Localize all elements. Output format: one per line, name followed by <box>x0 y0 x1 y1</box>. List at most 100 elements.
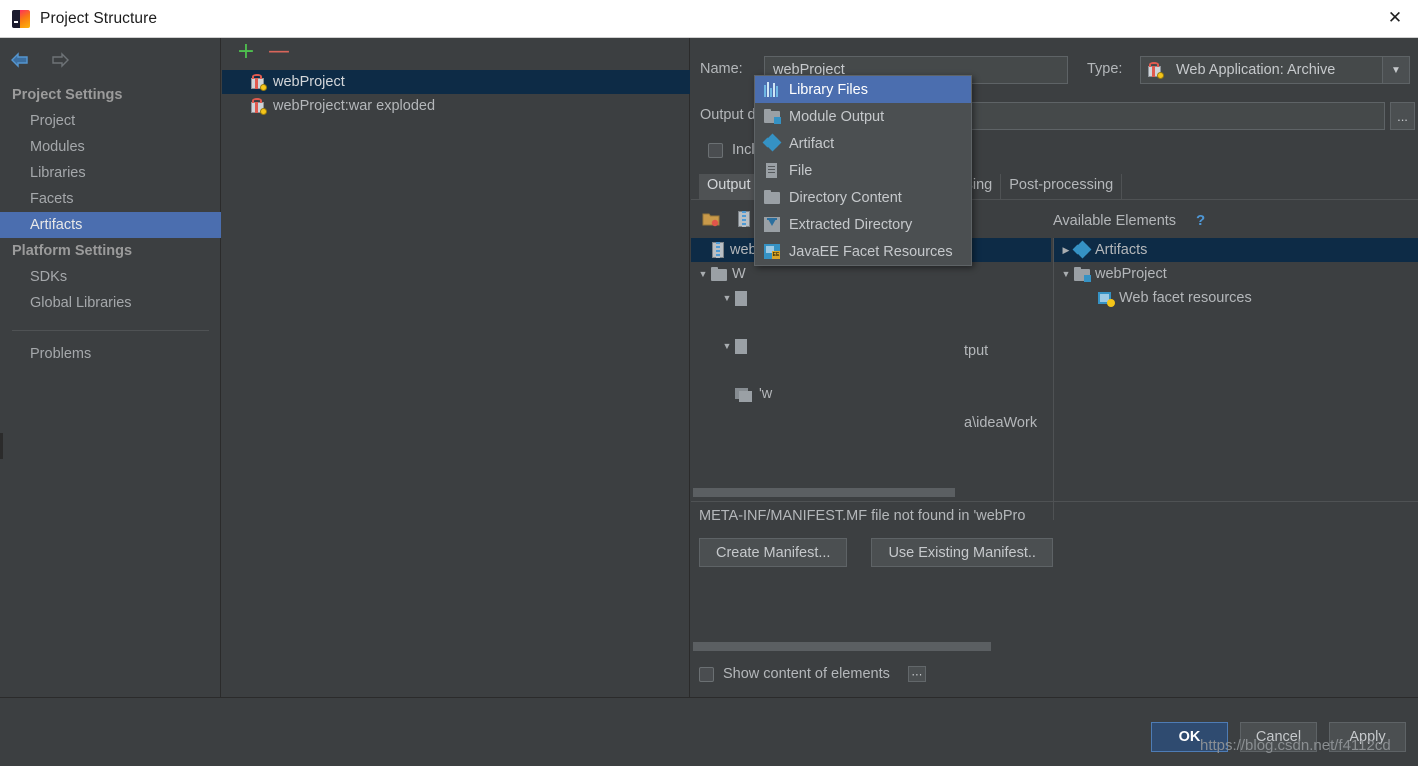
tree-expander-icon[interactable]: ▼ <box>1058 266 1074 282</box>
settings-sidebar: Project Settings Project Modules Libraries F… <box>0 38 221 766</box>
available-tree-node[interactable]: ▶ Artifacts <box>1054 238 1418 262</box>
available-elements-label: Available Elements <box>1053 213 1177 229</box>
popup-menu-item-artifact[interactable]: Artifact <box>755 130 971 157</box>
sidebar-item-problems[interactable]: Problems <box>0 341 221 367</box>
extracted-directory-icon <box>763 216 781 233</box>
intellij-idea-icon <box>12 9 30 28</box>
name-label: Name: <box>700 61 743 77</box>
tree-expander-icon[interactable]: ▼ <box>695 266 711 282</box>
sidebar-notch <box>0 433 3 459</box>
show-content-row[interactable]: Show content of elements ⋯ <box>699 666 926 682</box>
output-tree-node[interactable]: ▼ <box>691 334 1051 358</box>
doc-icon <box>735 290 747 306</box>
sidebar-item-sdks[interactable]: SDKs <box>0 264 221 290</box>
popup-menu-item-label: JavaEE Facet Resources <box>789 243 953 260</box>
sidebar-divider <box>12 330 209 331</box>
jar-icon <box>711 242 725 258</box>
popup-menu-item-label: File <box>789 162 813 179</box>
sidebar-item-facets[interactable]: Facets <box>0 186 221 212</box>
tree-expander-icon[interactable]: ▼ <box>719 338 735 354</box>
type-value: Web Application: Archive <box>1176 62 1336 78</box>
popup-menu-item-label: Module Output <box>789 108 885 125</box>
popup-menu-item-directory-content[interactable]: Directory Content <box>755 184 971 211</box>
file-icon <box>763 162 781 179</box>
dialog-footer: OK Cancel Apply <box>0 697 1418 766</box>
available-tree-node[interactable]: ▼ webProject <box>1054 262 1418 286</box>
watermark-text: https://blog.csdn.net/f4112cd <box>1200 737 1391 754</box>
output-tree-node-label: 'w <box>759 386 773 402</box>
bottom-hscrollbar-thumb[interactable] <box>693 642 991 651</box>
project-structure-dialog: Project Structure ✕ Project Settings Proj… <box>0 0 1418 766</box>
popup-menu-item-label: Directory Content <box>789 189 902 206</box>
artifact-gift-icon <box>250 74 267 91</box>
library-files-icon <box>763 81 781 98</box>
minus-icon: — <box>268 39 290 64</box>
output-tree-hscrollbar-thumb[interactable] <box>693 488 955 497</box>
show-content-label: Show content of elements <box>723 666 890 682</box>
sidebar-group-project-settings: Project Settings <box>12 87 123 103</box>
available-elements-help-icon[interactable]: ? <box>1196 212 1205 229</box>
navigation-arrows <box>8 48 72 72</box>
browse-button[interactable]: ... <box>1390 102 1415 130</box>
artifacts-list-panel: + — webProject webProject:war exploded <box>222 38 690 697</box>
create-directory-icon[interactable] <box>699 208 723 230</box>
output-tree-hscrollbar[interactable] <box>691 488 1051 497</box>
artifact-list-item[interactable]: webProject:war exploded <box>222 94 690 118</box>
output-layout-tree: webProject.war▼W▼▼'w tputa\ideaWork <box>691 238 1051 520</box>
web-facet-icon <box>1098 291 1115 307</box>
artifact-diamond-icon <box>762 133 782 152</box>
create-archive-icon[interactable] <box>732 208 756 230</box>
available-tree-node-label: Web facet resources <box>1119 290 1252 306</box>
create-manifest-button[interactable]: Create Manifest... <box>699 538 848 567</box>
show-content-options-button[interactable]: ⋯ <box>907 666 926 682</box>
available-elements-tree: ▶ Artifacts ▼ webProject Web facet resources <box>1053 238 1418 520</box>
popup-menu-item-module-output[interactable]: Module Output <box>755 103 971 130</box>
dbl-folder-icon <box>735 387 754 402</box>
artifact-list-item-label: webProject <box>273 74 345 90</box>
forward-arrow-icon <box>52 52 69 68</box>
remove-artifact-button[interactable]: — <box>267 39 291 64</box>
artifacts-rows: webProject webProject:war exploded <box>222 70 690 118</box>
sidebar-item-libraries[interactable]: Libraries <box>0 160 221 186</box>
include-in-build-checkbox[interactable] <box>708 142 723 158</box>
sidebar-item-project[interactable]: Project <box>0 108 221 134</box>
artifact-gift-icon <box>250 98 267 115</box>
artifact-list-item[interactable]: webProject <box>222 70 690 94</box>
sidebar-item-global-libraries[interactable]: Global Libraries <box>0 290 221 316</box>
popup-menu-item-label: Artifact <box>789 135 835 152</box>
sidebar-item-modules[interactable]: Modules <box>0 134 221 160</box>
popup-menu-item-label: Extracted Directory <box>789 216 913 233</box>
tab-post-processing[interactable]: Post-processing <box>1001 174 1123 199</box>
forward-button[interactable] <box>48 48 72 72</box>
popup-menu-item-javaee-facet-resources[interactable]: EE JavaEE Facet Resources <box>755 238 971 265</box>
tree-expander-icon[interactable]: ▶ <box>1058 242 1074 258</box>
output-tree-node[interactable]: ▼ <box>691 286 1051 310</box>
add-element-popup-menu: Library Files Module Output Artifact File Di… <box>754 75 972 266</box>
close-button[interactable]: ✕ <box>1372 0 1418 37</box>
bottom-hscrollbar[interactable] <box>691 642 1051 651</box>
artifact-diamond-icon <box>1072 240 1092 259</box>
back-button[interactable] <box>8 48 32 72</box>
sidebar-list: Project Settings Project Modules Libraries F… <box>0 82 221 367</box>
output-tree-node[interactable]: 'w <box>691 382 1051 406</box>
type-label: Type: <box>1087 61 1123 77</box>
available-tree-node-label: Artifacts <box>1095 242 1148 258</box>
popup-menu-item-library-files[interactable]: Library Files <box>755 76 971 103</box>
available-tree-node[interactable]: Web facet resources <box>1054 286 1418 310</box>
use-existing-manifest-button[interactable]: Use Existing Manifest.. <box>871 538 1053 567</box>
chevron-down-icon[interactable]: ▼ <box>1382 57 1409 83</box>
sidebar-item-artifacts[interactable]: Artifacts <box>0 212 221 238</box>
output-tree-text-fragment: tput <box>964 343 989 359</box>
type-dropdown[interactable]: Web Application: Archive ▼ <box>1140 56 1410 84</box>
title-bar: Project Structure ✕ <box>0 0 1418 38</box>
tree-expander-placeholder <box>1082 290 1098 306</box>
popup-menu-item-file[interactable]: File <box>755 157 971 184</box>
artifact-list-item-label: webProject:war exploded <box>273 98 436 114</box>
popup-menu-item-extracted-directory[interactable]: Extracted Directory <box>755 211 971 238</box>
manifest-separator <box>691 501 1418 502</box>
output-tree-text-fragment: a\ideaWork <box>964 415 1038 431</box>
show-content-checkbox[interactable] <box>699 666 714 682</box>
tree-expander-icon[interactable]: ▼ <box>719 290 735 306</box>
add-artifact-button[interactable]: + <box>234 41 258 64</box>
manifest-message: META-INF/MANIFEST.MF file not found in '… <box>699 508 1026 524</box>
